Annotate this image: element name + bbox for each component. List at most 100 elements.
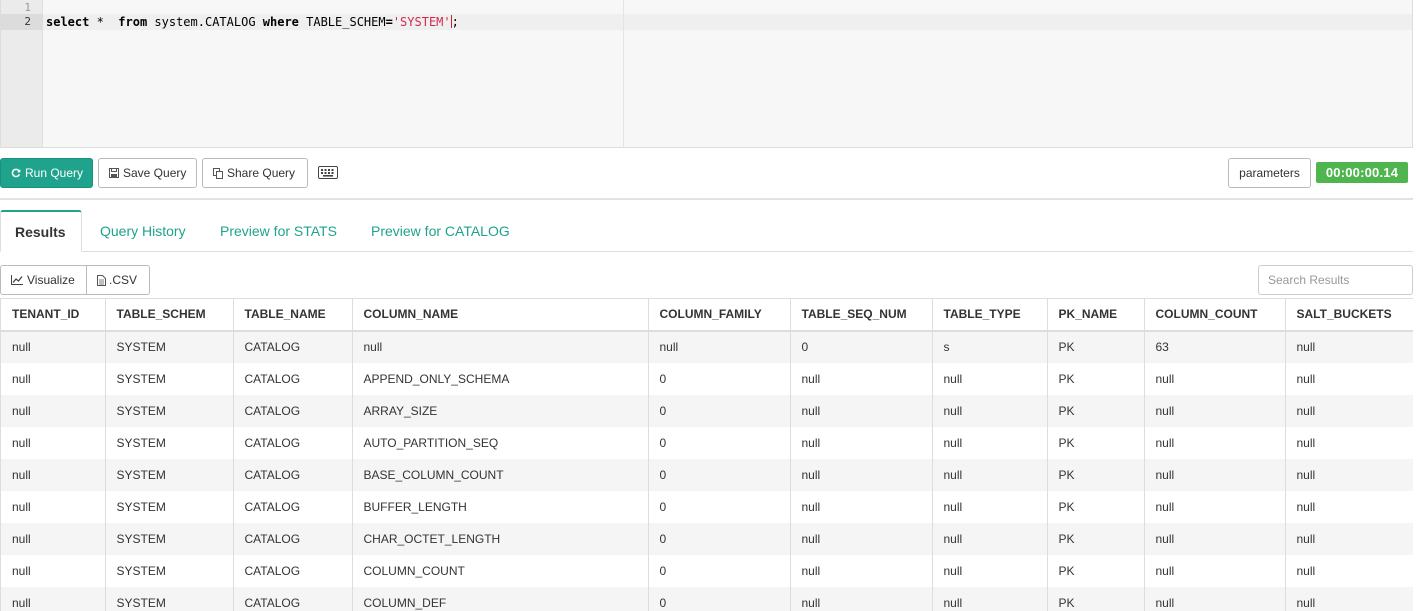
run-query-button[interactable]: Run Query (0, 158, 93, 188)
table-cell: null (1, 362, 106, 395)
table-cell: null (1, 394, 106, 427)
table-cell: SYSTEM (105, 330, 234, 363)
table-cell: COLUMN_COUNT (352, 554, 649, 587)
search-results-input[interactable] (1258, 265, 1413, 295)
table-row[interactable]: null SYSTEM CATALOG null null 0 s PK 63 null (1, 330, 1413, 363)
tab-preview-stats[interactable]: Preview for STATS (220, 210, 337, 252)
column-header-pk-name[interactable]: PK_NAME (1047, 298, 1145, 332)
column-header-column-name[interactable]: COLUMN_NAME (352, 298, 649, 332)
column-header-table-type[interactable]: TABLE_TYPE (932, 298, 1048, 332)
table-cell: APPEND_ONLY_SCHEMA (352, 362, 649, 395)
table-row[interactable]: null SYSTEM CATALOG COLUMN_DEF 0 null null PK nu… (1, 586, 1413, 611)
table-row[interactable]: null SYSTEM CATALOG BUFFER_LENGTH 0 null null P… (1, 490, 1413, 523)
elapsed-time-badge: 00:00:00.14 (1316, 162, 1408, 183)
results-table-container[interactable]: TENANT_ID TABLE_SCHEM TABLE_NAME COLUMN_NAM… (0, 298, 1413, 611)
table-cell: null (1285, 522, 1413, 555)
column-header-table-name[interactable]: TABLE_NAME (233, 298, 353, 332)
table-cell: null (790, 426, 933, 459)
divider (0, 198, 1413, 200)
visualize-button[interactable]: Visualize (0, 265, 87, 295)
parameters-button[interactable]: parameters (1228, 158, 1311, 188)
tab-query-history[interactable]: Query History (100, 210, 186, 252)
table-cell: 0 (648, 554, 791, 587)
editor-code-area[interactable]: select * from system.CATALOG where TABLE… (43, 0, 1412, 147)
table-cell: 0 (648, 362, 791, 395)
table-cell: CATALOG (233, 426, 353, 459)
table-cell: null (932, 362, 1048, 395)
table-cell: null (1144, 426, 1286, 459)
table-row[interactable]: null SYSTEM CATALOG APPEND_ONLY_SCHEMA 0 null… (1, 362, 1413, 395)
query-toolbar: Run Query Save Query Share Query paramet… (0, 158, 1413, 188)
table-cell: 0 (648, 394, 791, 427)
table-cell: null (790, 458, 933, 491)
share-query-button[interactable]: Share Query (202, 158, 308, 188)
table-cell: null (1285, 394, 1413, 427)
table-cell: null (1144, 586, 1286, 611)
csv-label: .CSV (109, 273, 138, 287)
results-table: TENANT_ID TABLE_SCHEM TABLE_NAME COLUMN_NAM… (1, 298, 1413, 611)
export-button-group: Visualize .CSV (0, 265, 150, 295)
table-cell: PK (1047, 522, 1145, 555)
select-star: * (89, 15, 119, 29)
table-cell: null (932, 586, 1048, 611)
table-cell: null (790, 394, 933, 427)
table-cell: null (1144, 362, 1286, 395)
table-row[interactable]: null SYSTEM CATALOG BASE_COLUMN_COUNT 0 null n… (1, 458, 1413, 491)
table-cell: PK (1047, 490, 1145, 523)
column-header-salt-buckets[interactable]: SALT_BUCKETS (1285, 298, 1413, 332)
operator-equals: = (385, 15, 393, 29)
copy-icon (213, 167, 223, 179)
table-row[interactable]: null SYSTEM CATALOG COLUMN_COUNT 0 null null PK… (1, 554, 1413, 587)
table-cell: null (1285, 586, 1413, 611)
table-cell: COLUMN_DEF (352, 586, 649, 611)
table-cell: PK (1047, 330, 1145, 363)
share-query-label: Share Query (227, 166, 296, 180)
results-tabs: Results Query History Preview for STATS … (0, 210, 1413, 252)
save-query-button[interactable]: Save Query (98, 158, 197, 188)
keyword-select: select (46, 15, 90, 29)
column-header-tenant-id[interactable]: TENANT_ID (1, 298, 106, 332)
table-cell: null (1144, 554, 1286, 587)
table-body: null SYSTEM CATALOG null null 0 s PK 63 null null S… (1, 330, 1413, 611)
table-cell: null (932, 490, 1048, 523)
column-header-table-seq-num[interactable]: TABLE_SEQ_NUM (790, 298, 933, 332)
table-cell: CATALOG (233, 330, 353, 363)
table-cell: CHAR_OCTET_LENGTH (352, 522, 649, 555)
refresh-icon (11, 168, 21, 178)
table-cell: PK (1047, 458, 1145, 491)
table-cell: SYSTEM (105, 586, 234, 611)
table-cell: null (932, 554, 1048, 587)
table-cell: BUFFER_LENGTH (352, 490, 649, 523)
table-cell: SYSTEM (105, 490, 234, 523)
parameters-label: parameters (1239, 166, 1300, 180)
string-literal: 'SYSTEM' (392, 15, 451, 29)
table-cell: null (790, 490, 933, 523)
table-cell: PK (1047, 586, 1145, 611)
column-header-column-family[interactable]: COLUMN_FAMILY (648, 298, 791, 332)
table-cell: SYSTEM (105, 522, 234, 555)
table-row[interactable]: null SYSTEM CATALOG AUTO_PARTITION_SEQ 0 null… (1, 426, 1413, 459)
table-row[interactable]: null SYSTEM CATALOG CHAR_OCTET_LENGTH 0 null n… (1, 522, 1413, 555)
file-icon (97, 274, 106, 286)
table-cell: null (1, 330, 106, 363)
table-cell: SYSTEM (105, 394, 234, 427)
sql-editor[interactable]: 1 2 select * from system.CATALOG where T… (0, 0, 1413, 148)
line-number: 2 (24, 15, 31, 28)
tab-preview-catalog[interactable]: Preview for CATALOG (371, 210, 510, 252)
keyboard-icon[interactable] (318, 166, 338, 182)
table-cell: 0 (648, 522, 791, 555)
editor-gutter: 1 2 (1, 0, 43, 147)
table-cell: CATALOG (233, 362, 353, 395)
table-cell: CATALOG (233, 586, 353, 611)
column-header-column-count[interactable]: COLUMN_COUNT (1144, 298, 1286, 332)
column-header-table-schem[interactable]: TABLE_SCHEM (105, 298, 234, 332)
query-text[interactable]: select * from system.CATALOG where TABLE… (46, 14, 459, 30)
csv-export-button[interactable]: .CSV (87, 265, 150, 295)
table-row[interactable]: null SYSTEM CATALOG ARRAY_SIZE 0 null null PK nu… (1, 394, 1413, 427)
table-identifier: system.CATALOG (147, 15, 263, 29)
table-cell: BASE_COLUMN_COUNT (352, 458, 649, 491)
table-cell: null (1285, 490, 1413, 523)
tab-results[interactable]: Results (0, 210, 82, 252)
keyword-from: from (118, 15, 148, 29)
table-cell: null (1144, 458, 1286, 491)
